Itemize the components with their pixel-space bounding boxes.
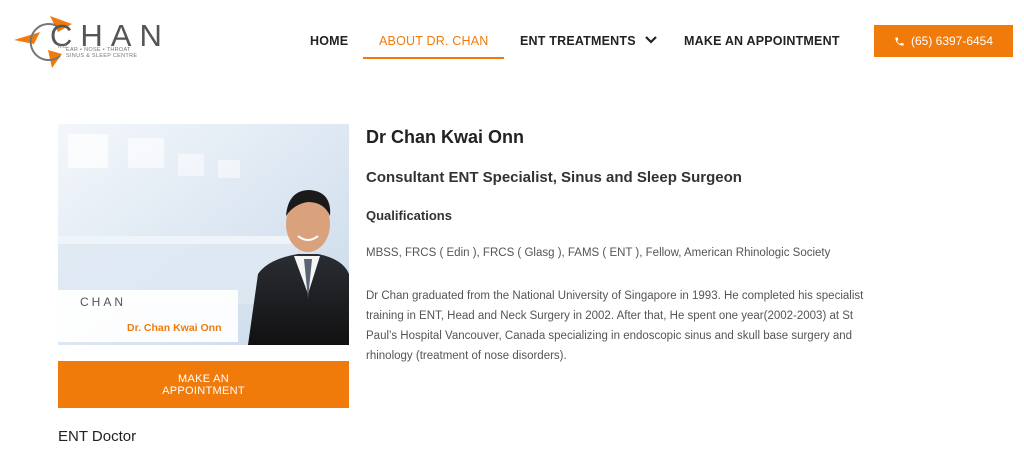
- site-logo[interactable]: CHAN K.O. EAR • NOSE • THROAT SINUS & SL…: [14, 10, 162, 70]
- site-header: CHAN K.O. EAR • NOSE • THROAT SINUS & SL…: [0, 0, 1024, 85]
- nav-item-ent-treatments-label: ENT TREATMENTS: [520, 34, 636, 48]
- phone-icon: [895, 36, 904, 46]
- bio-line: Dr Chan graduated from the National Univ…: [366, 290, 864, 302]
- photo-card-doctor-name: Dr. Chan Kwai Onn: [127, 322, 222, 334]
- phone-button[interactable]: (65) 6397-6454: [874, 25, 1013, 57]
- doctor-bio: Dr Chan graduated from the National Univ…: [366, 286, 986, 366]
- nav-item-ent-treatments[interactable]: ENT TREATMENTS: [520, 34, 658, 48]
- make-appointment-label: MAKE AN APPOINTMENT: [162, 373, 245, 397]
- nav-active-indicator: [363, 57, 504, 59]
- chevron-down-icon: [645, 36, 658, 44]
- qualifications-text: MBSS, FRCS ( Edin ), FRCS ( Glasg ), FAM…: [366, 247, 831, 259]
- doctor-title: Consultant ENT Specialist, Sinus and Sle…: [366, 169, 742, 186]
- qualifications-heading: Qualifications: [366, 208, 452, 223]
- nav-item-about[interactable]: ABOUT DR. CHAN: [379, 34, 489, 48]
- make-appointment-line1: MAKE AN: [177, 372, 229, 385]
- nav-item-home[interactable]: HOME: [310, 34, 348, 48]
- logo-tagline-2: SINUS & SLEEP CENTRE: [66, 53, 138, 59]
- bio-line: training in ENT, Head and Neck Surgery i…: [366, 310, 854, 322]
- logo-tagline: EAR • NOSE • THROAT SINUS & SLEEP CENTRE: [66, 47, 166, 59]
- bio-line: rhinology (treatment of nose disorders).: [366, 350, 567, 362]
- make-appointment-button[interactable]: MAKE AN APPOINTMENT: [58, 361, 349, 408]
- doctor-name: Dr Chan Kwai Onn: [366, 127, 525, 147]
- phone-number: (65) 6397-6454: [910, 34, 994, 48]
- ent-doctor-heading: ENT Doctor: [58, 428, 137, 445]
- bio-line: Paul’s Hospital Vancouver, Canada specia…: [366, 330, 853, 342]
- nav-item-make-appointment[interactable]: MAKE AN APPOINTMENT: [684, 34, 840, 48]
- make-appointment-line2: APPOINTMENT: [162, 384, 245, 397]
- photo-card-brand: CHAN: [80, 295, 127, 309]
